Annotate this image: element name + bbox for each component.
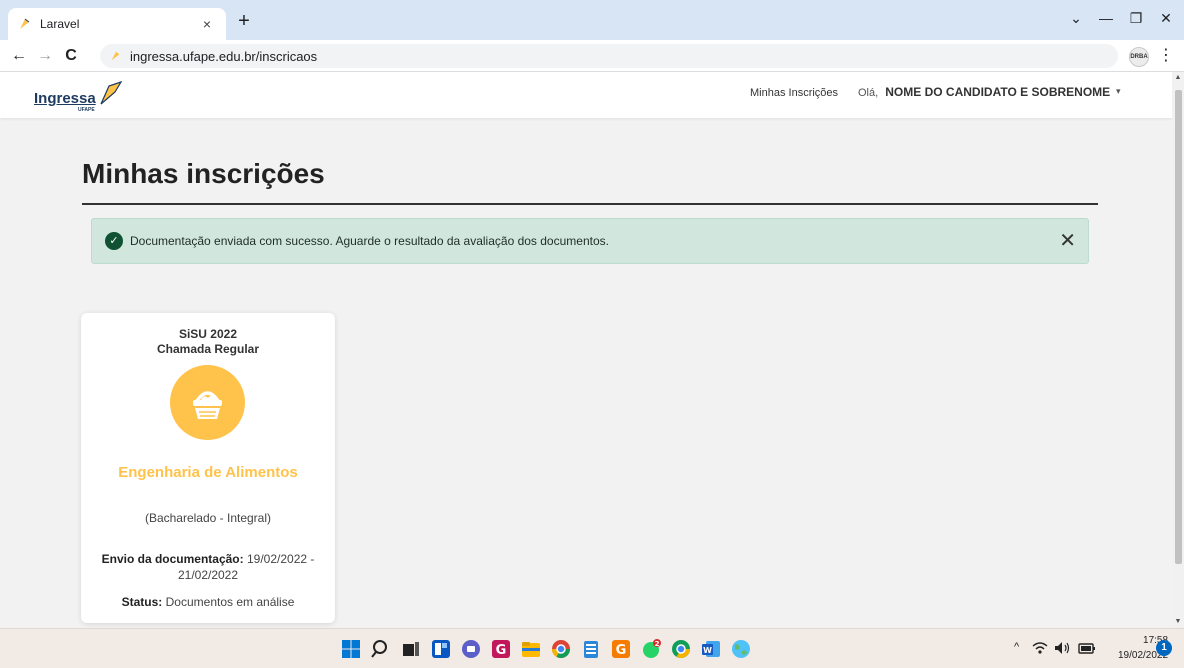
svg-text:W: W [703,646,712,655]
envio-label: Envio da documentação: [101,552,244,566]
notepad-icon[interactable] [581,639,601,659]
tray-chevron-icon[interactable]: ^ [1014,641,1019,653]
nav-minhas-inscricoes[interactable]: Minhas Inscrições [750,87,838,99]
page-scrollbar[interactable]: ▲ ▼ [1172,72,1184,628]
minimize-button[interactable]: — [1094,10,1118,26]
tab-close-icon[interactable]: × [198,16,216,32]
url-text: ingressa.ufape.edu.br/inscricaos [130,48,318,64]
profile-avatar[interactable]: DRBA [1129,47,1149,67]
browser-toolbar: ← → C ingressa.ufape.edu.br/inscricaos D… [0,40,1184,72]
page-title: Minhas inscrições [82,158,325,189]
user-menu[interactable]: Olá, NOME DO CANDIDATO E SOBRENOME [858,85,1110,99]
browser-tab-bar: Laravel × + ⌄ — ❐ ✕ [0,0,1184,40]
address-bar[interactable]: ingressa.ufape.edu.br/inscricaos [100,44,1118,68]
site-logo[interactable]: Ingressa UFAPE [34,80,124,116]
search-icon[interactable] [371,639,391,659]
forward-button[interactable]: → [34,44,56,68]
whatsapp-icon[interactable]: 2 [641,639,661,659]
user-menu-caret-icon[interactable]: ▾ [1116,86,1121,97]
volume-icon[interactable] [1054,641,1072,655]
windows-start-icon[interactable] [341,639,361,659]
notification-badge[interactable]: 1 [1156,640,1172,656]
battery-icon[interactable] [1078,641,1096,655]
globe-app-icon[interactable] [731,639,751,659]
svg-text:G: G [496,643,507,658]
logo-pennant-icon [100,80,123,105]
basket-icon [193,391,222,419]
alert-close-icon[interactable]: ✕ [1059,230,1076,252]
wifi-icon[interactable] [1032,641,1048,655]
greeting-label: Olá, [858,87,879,99]
success-alert: ✓ Documentação enviada com sucesso. Agua… [91,218,1089,264]
tab-title: Laravel [40,17,80,31]
app-g-icon[interactable]: G [491,639,511,659]
site-navbar: Ingressa UFAPE Minhas Inscrições Olá, NO… [0,72,1172,118]
course-icon-circle [170,365,245,440]
browser-tab[interactable]: Laravel × [8,8,226,40]
card-envio: Envio da documentação: 19/02/2022 - 21/0… [95,551,321,583]
card-status: Status: Documentos em análise [81,595,335,609]
user-name: NOME DO CANDIDATO E SOBRENOME [885,85,1111,99]
site-favicon-icon [111,51,120,61]
reload-button[interactable]: C [60,44,82,68]
inscription-card[interactable]: SiSU 2022 Chamada Regular Engenharia de … [81,313,335,623]
tab-search-icon[interactable]: ⌄ [1064,10,1088,27]
logo-sub: UFAPE [78,107,95,113]
restore-button[interactable]: ❐ [1124,10,1148,27]
svg-text:G: G [616,643,627,658]
logo-wordmark: Ingressa [34,90,96,107]
card-call: Chamada Regular [156,342,260,356]
title-divider [82,203,1098,205]
alert-message: Documentação enviada com sucesso. Aguard… [130,234,609,248]
page-viewport: Ingressa UFAPE Minhas Inscrições Olá, NO… [0,72,1172,628]
chrome-profile-icon[interactable] [671,639,691,659]
back-button[interactable]: ← [8,44,30,68]
task-view-icon[interactable] [401,639,421,659]
browser-menu-button[interactable]: ⋮ [1158,46,1174,66]
card-course: Engenharia de Alimentos [118,464,298,481]
widgets-icon[interactable] [431,639,451,659]
window-close-button[interactable]: ✕ [1154,10,1178,27]
chat-icon[interactable] [461,639,481,659]
status-label: Status: [121,595,163,609]
scroll-down-icon[interactable]: ▼ [1172,618,1184,625]
card-degree: (Bacharelado - Integral) [144,511,272,525]
file-explorer-icon[interactable] [521,639,541,659]
site-favicon-icon [20,18,30,29]
status-value: Documentos em análise [165,595,295,609]
whatsapp-badge: 2 [655,640,660,648]
word-icon[interactable]: W [701,639,721,659]
scroll-up-icon[interactable]: ▲ [1172,74,1184,81]
app-g-orange-icon[interactable]: G [611,639,631,659]
new-tab-button[interactable]: + [232,10,256,34]
taskbar: G G 2 W ^ 17:58 19/02/2022 1 [0,628,1184,668]
chrome-icon[interactable] [551,639,571,659]
check-circle-icon: ✓ [105,232,123,250]
scroll-thumb[interactable] [1175,90,1182,564]
card-program: SiSU 2022 [178,327,238,341]
